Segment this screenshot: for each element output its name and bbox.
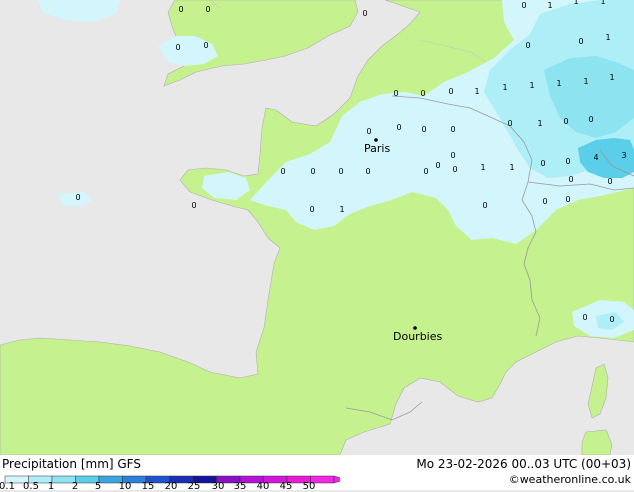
land-sardinia [581,429,613,455]
precipitation-value: 3 [621,151,626,160]
precipitation-value: 0 [310,167,315,176]
legend-tick-label: 0.5 [23,481,39,492]
precipitation-value: 4 [593,153,598,162]
precipitation-value: 0 [396,123,401,132]
precipitation-value: 0 [448,87,453,96]
precipitation-value: 0 [507,119,512,128]
precipitation-value: 0 [205,5,210,14]
legend-tick-label: 35 [233,481,247,492]
legend-tick-label: 45 [279,481,293,492]
precipitation-value: 1 [609,73,614,82]
precipitation-value: 1 [474,87,479,96]
legend-tick-label: 25 [187,481,201,492]
precipitation-value: 0 [309,205,314,214]
precipitation-value: 0 [540,159,545,168]
precipitation-value: 0 [191,201,196,210]
precipitation-value: 1 [480,163,485,172]
precipitation-value: 0 [542,197,547,206]
precipitation-value: 0 [563,117,568,126]
precipitation-value: 1 [339,205,344,214]
legend-tick-label: 5 [94,481,102,492]
precipitation-value: 0 [75,193,80,202]
precipitation-value: 1 [529,81,534,90]
city-label: Dourbies [393,330,443,343]
legend-tick-label: 15 [141,481,155,492]
city-label: Paris [364,142,390,155]
legend-tick-label: 30 [211,481,225,492]
legend-tick-label: 20 [164,481,178,492]
precipitation-value: 0 [482,201,487,210]
precipitation-value: 0 [175,43,180,52]
precipitation-value: 0 [525,41,530,50]
precipitation-value: 1 [600,0,605,6]
legend-tick-label: 40 [256,481,270,492]
precipitation-value: 1 [509,163,514,172]
precipitation-value: 0 [450,125,455,134]
legend-tick-label: 2 [71,481,79,492]
precipitation-value: 1 [556,79,561,88]
precipitation-value: 0 [420,89,425,98]
precipitation-value: 0 [582,313,587,322]
precipitation-value: 0 [338,167,343,176]
legend-tick-label: 0.1 [0,481,15,492]
map-title: Precipitation [mm] GFS [2,457,141,471]
legend-tick-label: 50 [302,481,316,492]
legend-overflow-arrow [333,475,340,484]
precipitation-value: 0 [565,157,570,166]
precipitation-value: 0 [178,5,183,14]
precipitation-value: 0 [393,89,398,98]
legend-tick-label: 10 [118,481,132,492]
precipitation-map: 0 0 0 0 0 0 0 0 1 0 0 1 0 0 0 0 0 0 0 0 1 1 1 0 0 1 1 1 1 1 1 0 1 0 1 1 4 3 0 0… [0,0,634,455]
precipitation-value: 0 [450,151,455,160]
valid-time: Mo 23-02-2026 00..03 UTC (00+03) [416,457,631,471]
precipitation-value: 1 [547,1,552,10]
precipitation-value: 0 [521,1,526,10]
precipitation-value: 1 [502,83,507,92]
precipitation-value: 0 [421,125,426,134]
precipitation-value: 0 [280,167,285,176]
precipitation-value: 0 [435,161,440,170]
precipitation-value: 0 [607,177,612,186]
precipitation-value: 0 [203,41,208,50]
credit: ©weatheronline.co.uk [508,473,631,486]
precipitation-value: 0 [365,167,370,176]
precipitation-value: 1 [583,77,588,86]
precipitation-value: 0 [366,127,371,136]
precipitation-value: 0 [423,167,428,176]
precipitation-value: 1 [537,119,542,128]
precipitation-value: 0 [452,165,457,174]
precipitation-value: 1 [605,33,610,42]
precipitation-value: 0 [565,195,570,204]
precipitation-value: 0 [578,37,583,46]
legend-tick-label: 1 [47,481,55,492]
precipitation-value: 0 [588,115,593,124]
precipitation-value: 0 [568,175,573,184]
precipitation-value: 0 [609,315,614,324]
precipitation-value: 0 [362,9,367,18]
precipitation-value: 1 [573,0,578,6]
